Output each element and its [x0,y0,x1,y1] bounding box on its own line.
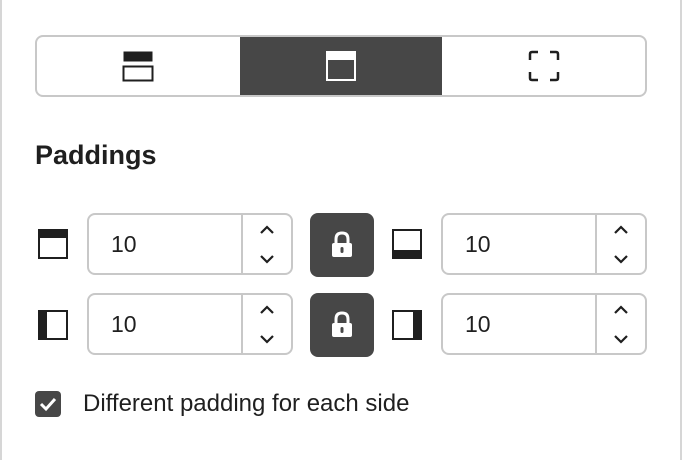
padding-right-input[interactable] [443,295,595,353]
panel-border-left [0,0,2,460]
padding-top-stepper [87,213,293,275]
padding-right-side-icon [392,310,422,340]
lock-horizontal-padding-button[interactable] [310,293,374,357]
chevron-up-icon [614,304,628,314]
chevron-up-icon [260,304,274,314]
paddings-heading: Paddings [35,140,157,170]
padding-top-side-icon [38,229,68,259]
tab-padding-mode[interactable] [239,37,443,95]
tab-border-mode[interactable] [37,37,240,95]
lock-vertical-padding-button[interactable] [310,213,374,277]
chevron-down-icon [260,334,274,344]
padding-bottom-decrement[interactable] [597,244,645,273]
chevron-up-icon [614,224,628,234]
chevron-down-icon [614,254,628,264]
padding-left-input[interactable] [89,295,241,353]
chevron-up-icon [260,224,274,234]
different-padding-checkbox[interactable] [35,391,61,417]
border-top-icon [122,51,154,82]
padding-top-icon [326,51,356,81]
layout-mode-segmented-control [35,35,647,97]
padding-bottom-stepper [441,213,647,275]
padding-right-decrement[interactable] [597,324,645,353]
different-padding-option: Different padding for each side [35,390,409,418]
padding-top-input[interactable] [89,215,241,273]
tab-margin-mode[interactable] [442,37,645,95]
lock-icon [332,311,352,337]
padding-bottom-side-icon [392,229,422,259]
padding-bottom-increment[interactable] [597,215,645,244]
checkmark-icon [39,397,57,412]
chevron-down-icon [614,334,628,344]
padding-left-increment[interactable] [243,295,291,324]
padding-top-decrement[interactable] [243,244,291,273]
padding-left-stepper [87,293,293,355]
padding-right-increment[interactable] [597,295,645,324]
padding-left-side-icon [38,310,68,340]
padding-left-decrement[interactable] [243,324,291,353]
lock-icon [332,231,352,257]
padding-right-stepper [441,293,647,355]
chevron-down-icon [260,254,274,264]
padding-bottom-input[interactable] [443,215,595,273]
padding-top-increment[interactable] [243,215,291,244]
different-padding-label: Different padding for each side [83,390,410,417]
margin-corners-icon [528,50,559,82]
